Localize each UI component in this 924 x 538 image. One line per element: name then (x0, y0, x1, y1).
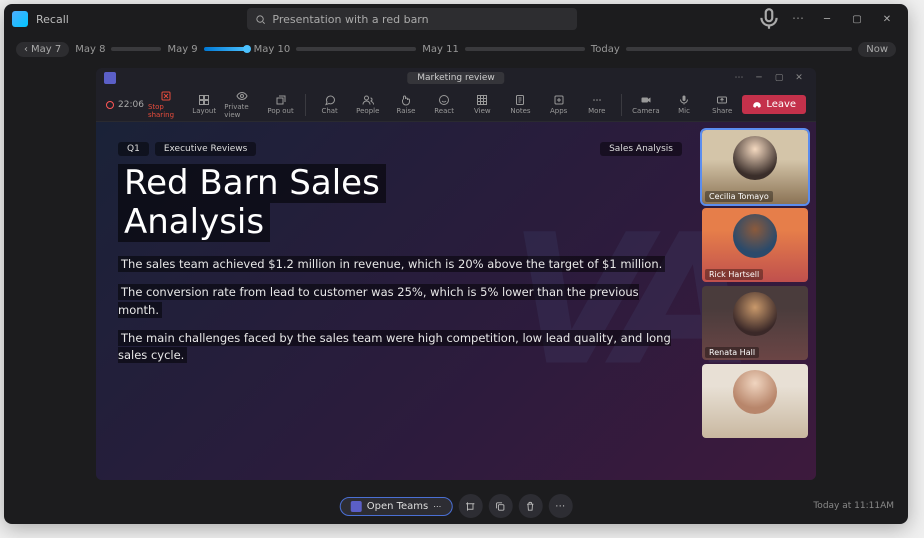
slide-paragraph: The conversion rate from lead to custome… (118, 284, 682, 319)
app-name: Recall (36, 13, 69, 26)
timeline-segment[interactable] (626, 47, 852, 51)
participants-panel: Cecilia Tomayo Rick Hartsell Renata Hall (702, 130, 808, 472)
layout-button[interactable]: Layout (186, 90, 222, 120)
popout-button[interactable]: Pop out (262, 90, 298, 120)
bottombar-more-button[interactable]: ⋯ (548, 494, 572, 518)
minimize-button[interactable]: ─ (814, 9, 840, 29)
avatar (733, 136, 777, 180)
snapshot-window: Marketing review ⋯ ─ ▢ ✕ 22:06 Stop shar… (96, 68, 816, 480)
record-dot-icon (106, 101, 114, 109)
presentation-slide: Q1 Executive Reviews Sales Analysis Red … (104, 130, 696, 472)
teams-more-icon[interactable]: ⋯ (730, 73, 748, 83)
participant-tile[interactable]: Cecilia Tomayo (702, 130, 808, 204)
leave-button[interactable]: Leave (742, 95, 806, 114)
chevron-left-icon: ‹ (24, 44, 28, 55)
apps-button[interactable]: Apps (541, 90, 577, 120)
teams-minimize-icon[interactable]: ─ (750, 73, 768, 83)
participant-tile[interactable]: Renata Hall (702, 286, 808, 360)
recall-app-window: Recall Presentation with a red barn ⋯ ─ … (4, 4, 908, 524)
slide-paragraph: The main challenges faced by the sales t… (118, 330, 682, 365)
bottom-toolbar: Open Teams ⋯ ⋯ Today at 11:11AM (4, 488, 908, 524)
people-button[interactable]: People (350, 90, 386, 120)
snapshot-timestamp: Today at 11:11AM (813, 501, 894, 511)
participant-tile[interactable] (702, 364, 808, 438)
close-button[interactable]: ✕ (874, 9, 900, 29)
maximize-button[interactable]: ▢ (844, 9, 870, 29)
teams-meeting-body: VA Q1 Executive Reviews Sales Analysis R… (96, 122, 816, 480)
teams-toolbar: 22:06 Stop sharing Layout Private view P… (96, 88, 816, 122)
timeline-segment-active[interactable] (204, 47, 248, 51)
titlebar: Recall Presentation with a red barn ⋯ ─ … (4, 4, 908, 34)
mic-button[interactable]: Mic (666, 90, 702, 120)
slide-title: Red Barn Sales Analysis (118, 164, 682, 242)
timeline-day-label: May 8 (75, 44, 105, 55)
slide-tag: Executive Reviews (155, 142, 256, 156)
react-button[interactable]: React (426, 90, 462, 120)
timeline-segment[interactable] (111, 47, 161, 51)
leave-icon (752, 100, 762, 110)
mic-search-icon[interactable] (756, 9, 782, 29)
crop-button[interactable] (458, 494, 482, 518)
raise-button[interactable]: Raise (388, 90, 424, 120)
timeline[interactable]: ‹ May 7 May 8 May 9 May 10 May 11 Today … (4, 34, 908, 64)
chevron-down-icon: ⋯ (433, 502, 441, 511)
teams-icon (351, 501, 362, 512)
chat-button[interactable]: Chat (312, 90, 348, 120)
slide-tag: Q1 (118, 142, 149, 156)
delete-button[interactable] (518, 494, 542, 518)
timeline-now-button[interactable]: Now (858, 42, 896, 57)
camera-button[interactable]: Camera (628, 90, 664, 120)
timeline-day-label: May 10 (254, 44, 291, 55)
content-area: Marketing review ⋯ ─ ▢ ✕ 22:06 Stop shar… (4, 64, 908, 488)
recording-indicator: 22:06 (106, 100, 144, 110)
slide-tag: Sales Analysis (600, 142, 682, 156)
teams-icon (104, 72, 116, 84)
search-input[interactable]: Presentation with a red barn (247, 8, 577, 30)
timeline-day-label: May 9 (167, 44, 197, 55)
stop-sharing-button[interactable]: Stop sharing (148, 90, 184, 120)
teams-maximize-icon[interactable]: ▢ (770, 73, 788, 83)
view-button[interactable]: View (464, 90, 500, 120)
avatar (733, 292, 777, 336)
timeline-day-label: Today (591, 44, 620, 55)
recall-logo-icon (12, 11, 28, 27)
search-icon (255, 14, 266, 25)
more-button[interactable]: More (579, 90, 615, 120)
teams-close-icon[interactable]: ✕ (790, 73, 808, 83)
timeline-segment[interactable] (296, 47, 416, 51)
participant-tile[interactable]: Rick Hartsell (702, 208, 808, 282)
teams-titlebar: Marketing review ⋯ ─ ▢ ✕ (96, 68, 816, 88)
share-button[interactable]: Share (704, 90, 740, 120)
private-view-button[interactable]: Private view (224, 90, 260, 120)
avatar (733, 214, 777, 258)
timeline-segment[interactable] (465, 47, 585, 51)
timeline-day-label: May 11 (422, 44, 459, 55)
timeline-back-button[interactable]: ‹ May 7 (16, 42, 69, 57)
search-text: Presentation with a red barn (272, 13, 428, 26)
teams-window-title: Marketing review (407, 72, 504, 84)
open-teams-button[interactable]: Open Teams ⋯ (340, 497, 453, 516)
slide-paragraph: The sales team achieved $1.2 million in … (118, 256, 682, 273)
titlebar-more-button[interactable]: ⋯ (786, 9, 810, 29)
notes-button[interactable]: Notes (502, 90, 538, 120)
avatar (733, 370, 777, 414)
copy-button[interactable] (488, 494, 512, 518)
